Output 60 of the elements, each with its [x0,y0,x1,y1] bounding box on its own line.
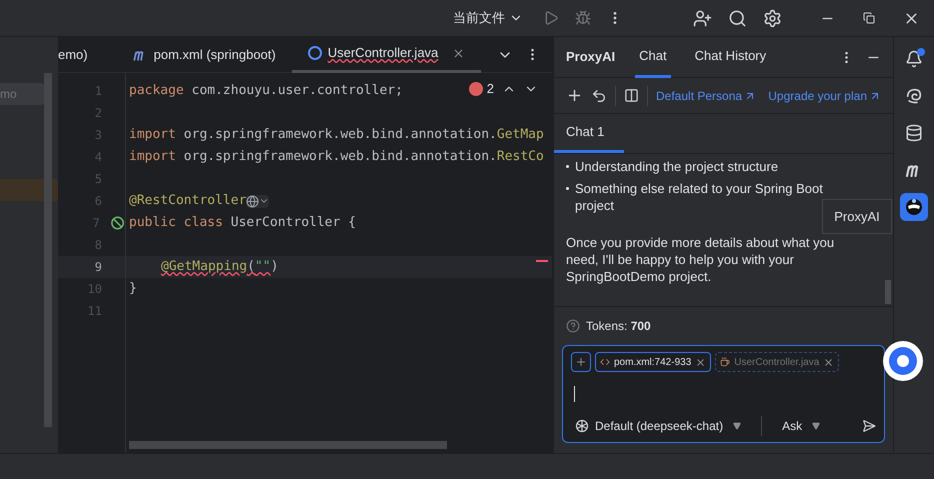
error-icon [468,82,483,96]
add-context-button[interactable] [571,352,591,372]
split-icon[interactable] [624,88,639,103]
code-line: @GetMapping("") [160,258,278,276]
undo-icon[interactable] [591,88,607,104]
chat-input-field[interactable]: pom.xml:742-933 UserController.java Default (deepseek-chat) Ask [562,345,885,443]
code-line: } [129,280,137,298]
bullet-text: Something else related to your Spring Boot project [575,180,824,214]
dropdown-icon [812,422,820,430]
horizontal-scrollbar[interactable] [129,441,447,449]
bullet-text: Understanding the project structure [575,158,780,175]
dropdown-icon [733,422,742,430]
close-tab-icon[interactable] [452,46,466,60]
run-icon[interactable] [543,10,559,26]
mask-icon[interactable] [900,193,928,221]
chip-label: pom.xml:742-933 [614,356,692,370]
code-line: @RestController [129,191,270,211]
code-icon [600,357,610,367]
mode-selector[interactable]: Ask [782,417,820,435]
panel-tab[interactable]: Chat [635,36,671,78]
send-icon[interactable] [862,419,876,433]
panel-tab[interactable]: Chat History [690,36,770,78]
panel-title: ProxyAI [566,48,616,66]
restore-icon[interactable] [863,12,875,24]
bug-icon[interactable] [575,10,591,26]
cup-icon [720,357,730,367]
new-chat-icon[interactable] [566,87,583,104]
search-icon[interactable] [728,8,747,28]
editor-tab[interactable]: pom.xml (springboot) [116,36,292,72]
chip-label: UserController.java [734,356,820,370]
editor-tab[interactable]: emo) [58,36,116,72]
code-line: public class UserController { [129,214,356,232]
context-chip[interactable]: pom.xml:742-933 [595,352,712,372]
scrollbar-thumb[interactable] [885,280,891,304]
model-icon [575,419,589,433]
tooltip: ProxyAI [822,199,892,234]
plus-icon [575,356,587,368]
remove-icon[interactable] [823,356,834,368]
message-text: Once you provide more details about what you need, I'll be happy to help you with your SpringBootDemo project. [566,234,836,285]
tokens-label: Tokens: 700 [586,318,651,335]
line-number: 9 [94,259,102,276]
help-icon[interactable] [566,319,580,333]
assistant-button[interactable] [883,341,923,381]
class-icon [308,46,322,60]
chat-tab[interactable]: Chat 1 [554,114,624,153]
editor-tab[interactable]: UserController.java [292,36,482,72]
remove-icon[interactable] [695,356,706,368]
run-config-selector[interactable]: 当前文件 [449,8,527,28]
bean-icon[interactable] [110,215,125,231]
model-selector[interactable]: Default (deepseek-chat) [571,417,742,435]
error-count[interactable]: 2 [468,79,494,98]
link[interactable]: Default Persona [656,86,742,104]
code-line: import org.springframework.web.bind.annotation.GetMap [129,126,544,144]
code-line: import org.springframework.web.bind.annotation.RestCo [129,148,544,166]
settings-icon[interactable] [763,8,782,28]
vertical-scrollbar[interactable] [44,73,52,427]
add-user-icon[interactable] [693,8,712,28]
code-line: package com.zhouyu.user.controller; [129,82,403,100]
globe-icon[interactable] [246,194,270,208]
link[interactable]: Upgrade your plan [768,86,867,104]
